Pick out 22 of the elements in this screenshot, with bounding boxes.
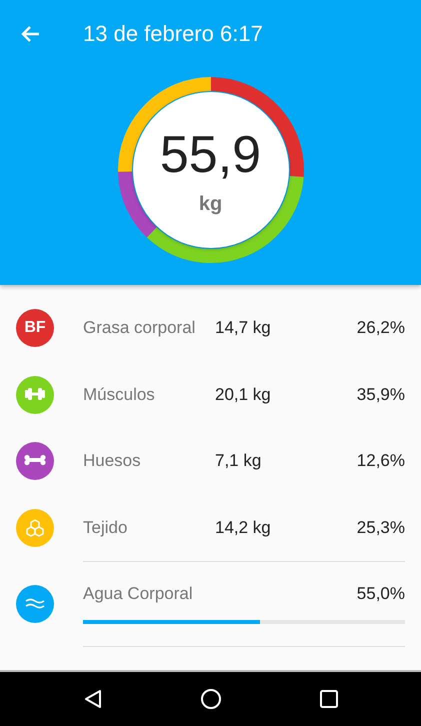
component-weight: 7,1 kg xyxy=(215,451,262,472)
recents-button[interactable] xyxy=(318,688,340,710)
weight-unit: kg xyxy=(198,192,222,216)
component-percent: 55,0% xyxy=(356,584,405,604)
component-weight: 14,7 kg xyxy=(215,318,272,338)
component-weight: 20,1 kg xyxy=(215,384,272,405)
component-percent: 25,3% xyxy=(356,518,405,538)
component-percent: 12,6% xyxy=(356,451,405,472)
header-title: 13 de febrero 6:17 xyxy=(83,21,263,47)
home-icon xyxy=(200,688,222,710)
component-label: Tejido xyxy=(83,518,128,538)
component-percent: 35,9% xyxy=(356,384,405,405)
component-label: Huesos xyxy=(83,451,142,472)
home-button[interactable] xyxy=(200,688,222,710)
component-label: Músculos xyxy=(83,384,156,405)
recents-icon xyxy=(318,688,340,710)
component-percent: 26,2% xyxy=(356,318,405,338)
component-label: Agua Corporal xyxy=(83,584,193,604)
component-weight: 14,2 kg xyxy=(215,518,272,538)
body-fat-icon: BF xyxy=(16,309,54,348)
weight-value: 55,9 xyxy=(160,128,262,180)
component-label: Grasa corporal xyxy=(83,318,196,338)
